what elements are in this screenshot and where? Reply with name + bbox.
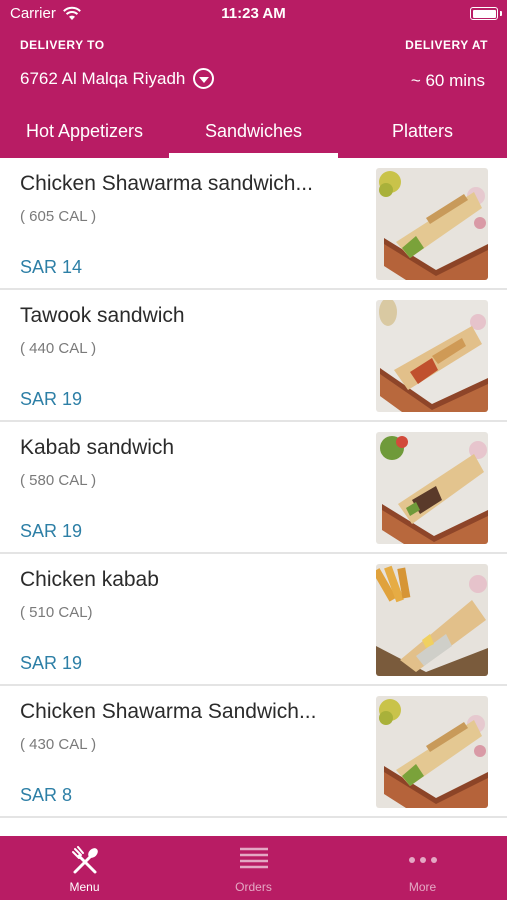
battery-icon	[470, 7, 498, 20]
item-price: SAR 19	[20, 653, 83, 673]
item-calories: ( 580 CAL )	[20, 472, 97, 489]
item-photo	[376, 300, 488, 412]
item-name: Tawook sandwich	[20, 304, 185, 327]
tabbar-label-menu: Menu	[69, 880, 100, 894]
address-text: 6762 Al Malqa Riyadh	[20, 68, 186, 88]
address-selector[interactable]: 6762 Al Malqa Riyadh	[20, 68, 215, 89]
item-calories: ( 510 CAL)	[20, 604, 93, 621]
menu-item[interactable]: Tawook sandwich ( 440 CAL ) SAR 19	[0, 290, 507, 422]
battery-tip	[500, 11, 502, 16]
status-time: 11:23 AM	[221, 5, 286, 22]
tabbar-label-orders: Orders	[235, 880, 272, 894]
status-bar: Carrier 11:23 AM	[0, 0, 507, 28]
tabbar-item-orders[interactable]: Orders	[169, 836, 338, 900]
item-name: Chicken Shawarma Sandwich...	[20, 700, 317, 723]
item-photo	[376, 696, 488, 808]
item-photo	[376, 432, 488, 544]
item-photo	[376, 564, 488, 676]
tabbar-item-menu[interactable]: Menu	[0, 836, 169, 900]
tabbar-item-more[interactable]: More	[338, 836, 507, 900]
item-calories: ( 440 CAL )	[20, 340, 97, 357]
item-calories: ( 430 CAL )	[20, 736, 97, 753]
fork-spoon-icon	[72, 846, 98, 874]
category-tabs: Hot Appetizers Sandwiches Platters	[0, 104, 507, 158]
more-dots-icon	[409, 857, 437, 863]
menu-item[interactable]: Kabab sandwich ( 580 CAL ) SAR 19	[0, 422, 507, 554]
item-calories: ( 605 CAL )	[20, 208, 97, 225]
menu-item[interactable]: Chicken Shawarma sandwich... ( 605 CAL )…	[0, 158, 507, 290]
bottom-tab-bar: Menu Orders More	[0, 836, 507, 900]
item-price: SAR 19	[20, 389, 83, 409]
menu-list: Chicken Shawarma sandwich... ( 605 CAL )…	[0, 158, 507, 818]
item-price: SAR 19	[20, 521, 83, 541]
delivery-at-label: DELIVERY AT	[405, 38, 488, 52]
tab-sandwiches[interactable]: Sandwiches	[169, 104, 338, 158]
tabbar-label-more: More	[408, 880, 437, 894]
chevron-down-icon	[193, 68, 215, 89]
delivery-to-label: DELIVERY TO	[20, 38, 105, 52]
item-name: Chicken kabab	[20, 568, 159, 591]
menu-item[interactable]: Chicken kabab ( 510 CAL) SAR 19	[0, 554, 507, 686]
tab-platters[interactable]: Platters	[338, 104, 507, 158]
item-price: SAR 14	[20, 257, 83, 277]
tab-hot-appetizers[interactable]: Hot Appetizers	[0, 104, 169, 158]
list-lines-icon	[240, 847, 268, 869]
item-photo	[376, 168, 488, 280]
delivery-eta: ~ 60 mins	[410, 71, 485, 90]
item-name: Kabab sandwich	[20, 436, 175, 459]
item-price: SAR 8	[20, 785, 73, 805]
item-name: Chicken Shawarma sandwich...	[20, 172, 313, 195]
app-header: Carrier 11:23 AM DELIVERY TO DELIVERY AT…	[0, 0, 507, 158]
menu-item[interactable]: Chicken Shawarma Sandwich... ( 430 CAL )…	[0, 686, 507, 818]
